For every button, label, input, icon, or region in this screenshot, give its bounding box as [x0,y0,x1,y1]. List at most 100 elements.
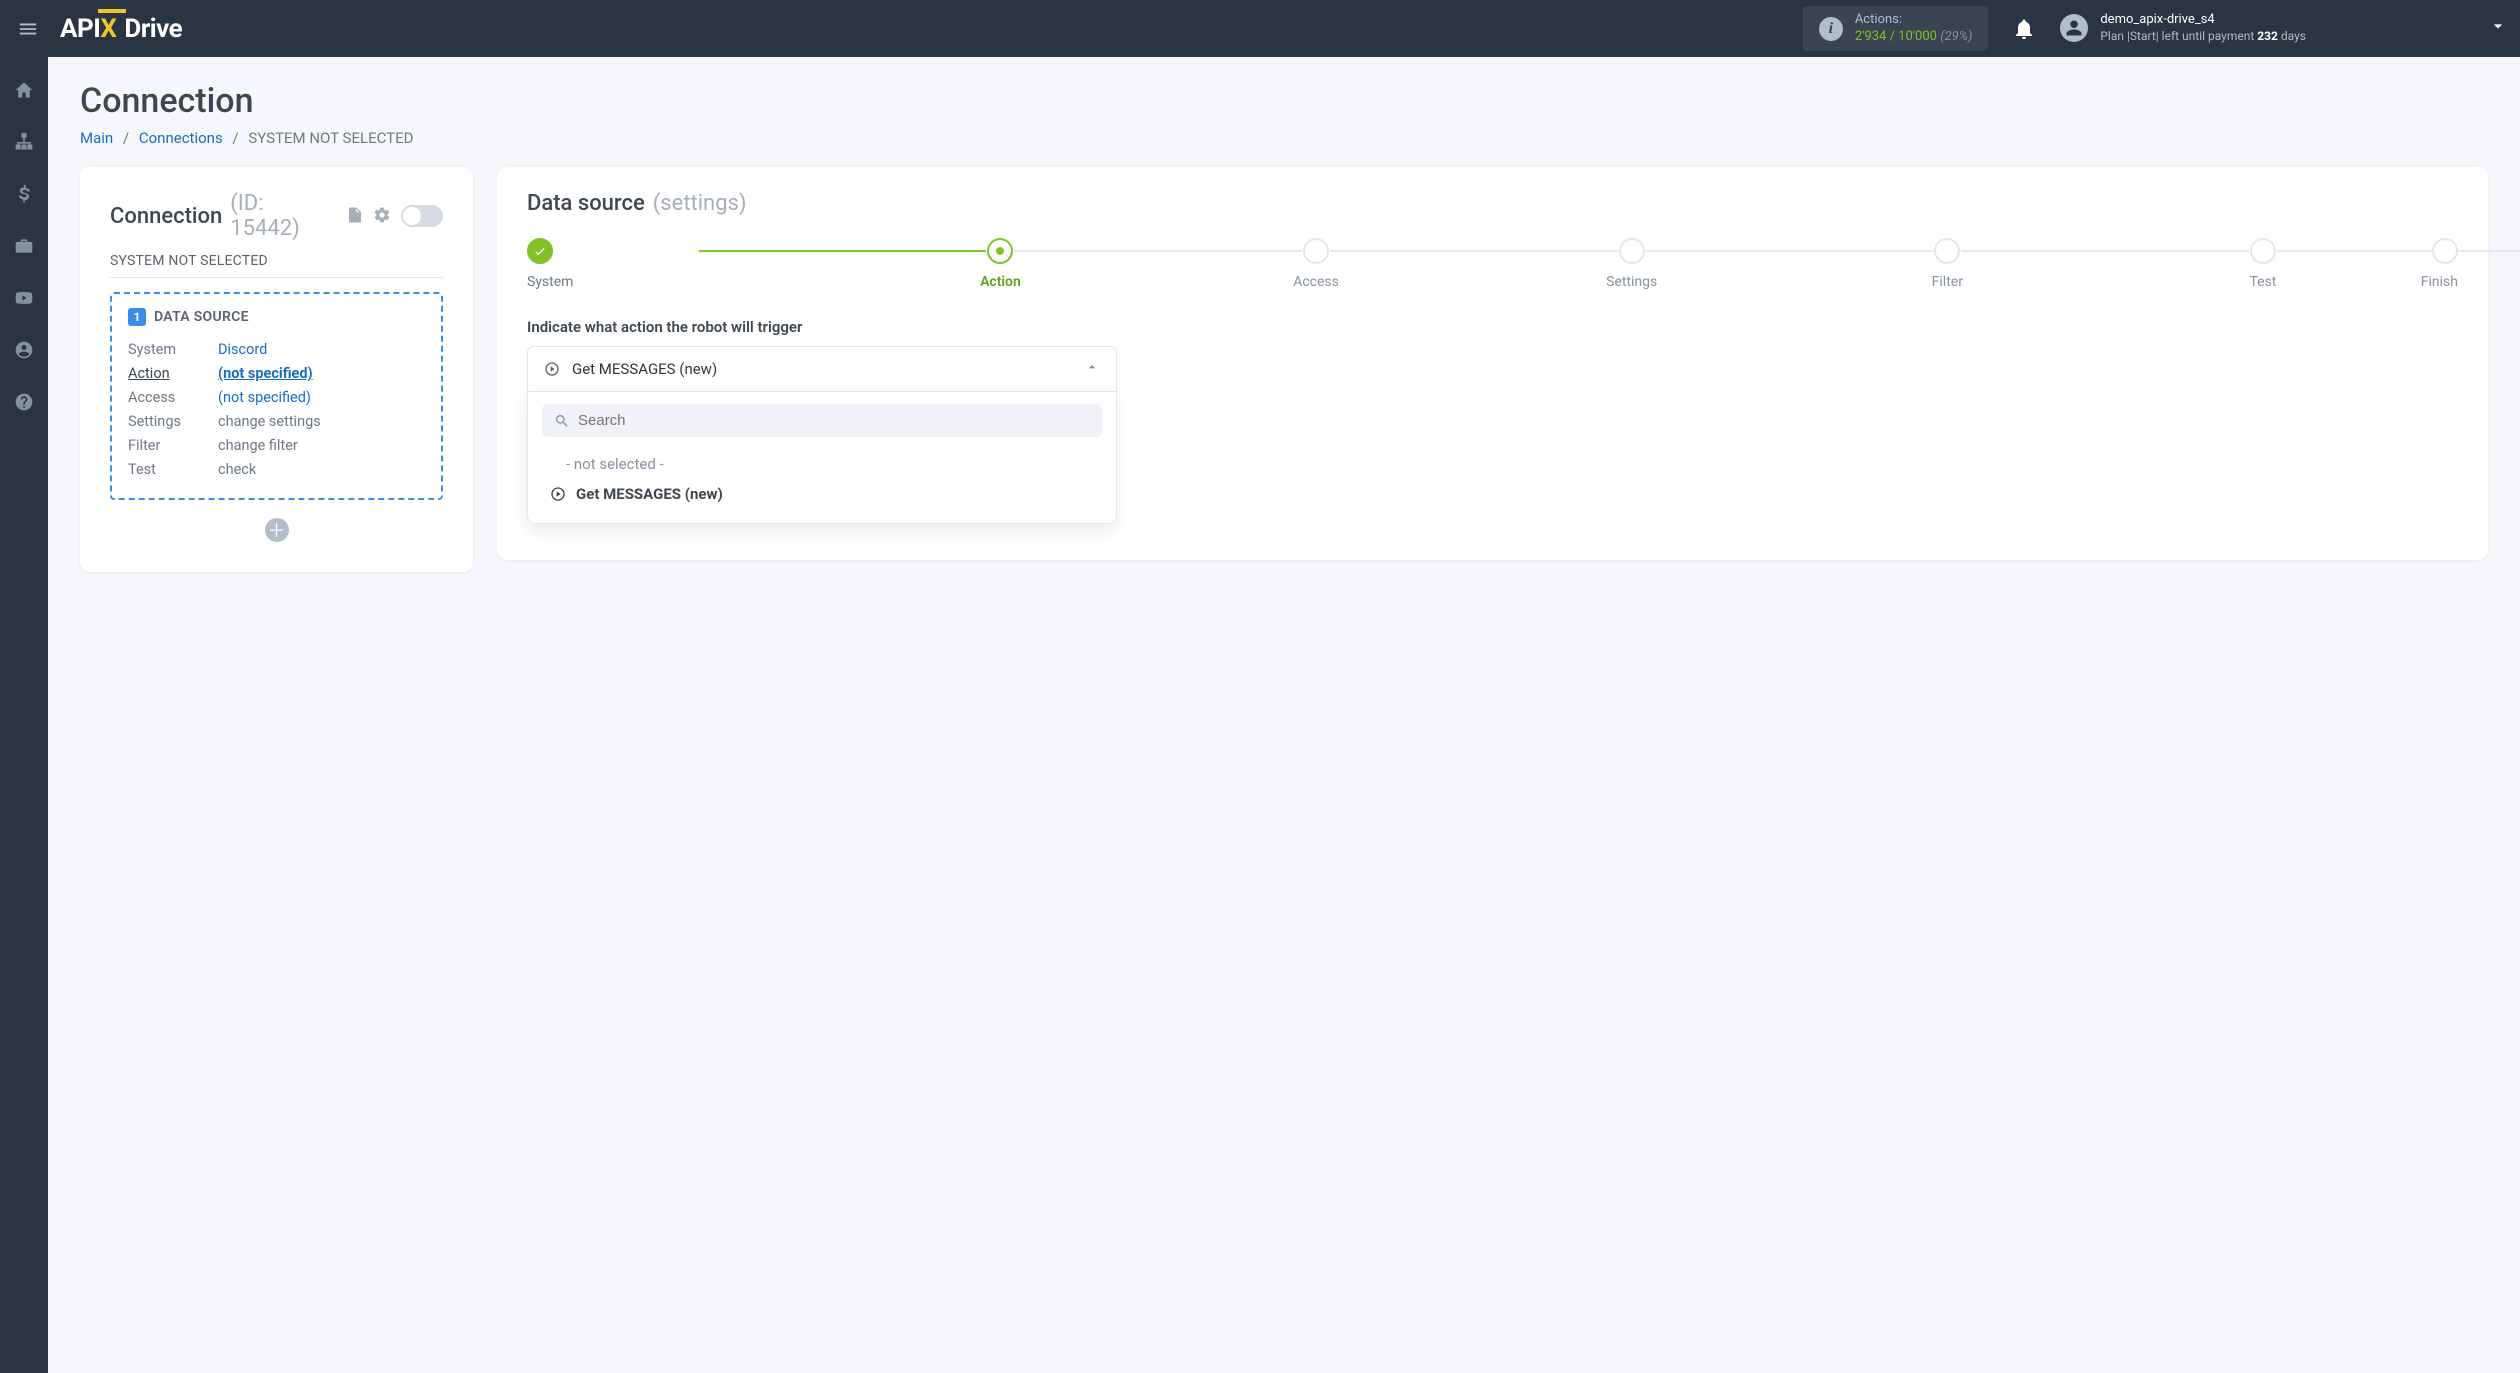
ds-row-value[interactable]: change settings [218,410,321,434]
connection-id: (ID: 15442) [230,191,337,241]
action-search-box [542,404,1102,437]
user-avatar-icon [2060,14,2088,42]
info-icon: i [1819,17,1843,41]
step-label: Finish [2421,274,2458,290]
ds-row-value[interactable]: (not specified) [218,362,313,386]
action-select-value: Get MESSAGES (new) [572,360,717,378]
breadcrumb-connections[interactable]: Connections [139,129,223,147]
data-source-row: Testcheck [128,458,425,482]
home-icon [14,80,34,100]
step-label: Filter [1932,274,1963,290]
sidebar-item-projects[interactable] [0,231,48,261]
step-circle [1934,238,1960,264]
breadcrumb: Main / Connections / SYSTEM NOT SELECTED [80,129,2488,147]
ds-row-value[interactable]: check [218,458,256,482]
sidebar-item-billing[interactable] [0,179,48,209]
ds-row-value[interactable]: Discord [218,338,267,362]
user-name: demo_apix-drive_s4 [2100,12,2306,29]
data-source-badge: 1 [128,308,146,326]
ds-row-label: Access [128,386,218,410]
ds-row-value[interactable]: change filter [218,434,298,458]
data-source-row: SystemDiscord [128,338,425,362]
notifications-button[interactable] [2012,17,2036,41]
gear-icon [373,206,391,224]
action-dropdown: - not selected - Get MESSAGES (new) [527,392,1117,524]
step-circle [2250,238,2276,264]
step-circle [1303,238,1329,264]
sidebar-item-youtube[interactable] [0,283,48,313]
document-icon [346,206,364,224]
action-select-input[interactable]: Get MESSAGES (new) [527,346,1117,392]
data-source-row: Filterchange filter [128,434,425,458]
connection-toggle[interactable] [401,205,443,227]
actions-label: Actions: [1855,12,1973,29]
ds-row-label: Action [128,362,218,386]
sidebar-item-home[interactable] [0,75,48,105]
sitemap-icon [14,132,34,152]
page-title: Connection [80,81,2488,121]
dollar-icon [14,184,34,204]
user-menu[interactable]: demo_apix-drive_s4 Plan |Start| left unt… [2060,12,2508,44]
play-icon [544,361,560,377]
data-source-row: Settingschange settings [128,410,425,434]
step-action[interactable]: Action [843,238,1159,290]
sidebar-item-account[interactable] [0,335,48,365]
settings-button[interactable] [373,206,393,226]
main-content: Connection Main / Connections / SYSTEM N… [48,57,2520,1373]
connection-title: Connection [110,204,222,229]
data-source-row: Access(not specified) [128,386,425,410]
step-label: System [527,274,573,290]
header: APIDrive i Actions: 2'934 / 10'000 (29%)… [0,0,2520,57]
briefcase-icon [14,236,34,256]
chevron-up-icon [1084,359,1100,379]
datasource-title: Data source [527,191,645,216]
breadcrumb-current: SYSTEM NOT SELECTED [248,129,413,147]
add-destination-button[interactable]: ＋ [265,518,289,542]
ds-row-label: Settings [128,410,218,434]
search-icon [554,413,570,429]
step-access[interactable]: Access [1158,238,1474,290]
ds-row-label: Test [128,458,218,482]
logo[interactable]: APIDrive [60,14,182,44]
hamburger-menu[interactable] [12,13,44,45]
step-label: Access [1293,274,1339,290]
stepper: System Action Access Settings Filter Test Fini… [527,238,2458,290]
step-label: Action [980,274,1021,290]
sidebar-item-help[interactable] [0,387,48,417]
logo-text: APIDrive [60,14,182,44]
sidebar [0,57,48,1373]
actions-count: 2'934 / 10'000 (29%) [1855,29,1973,46]
user-menu-caret-icon [2488,16,2508,40]
step-label: Test [2249,274,2276,290]
action-option-get-messages[interactable]: Get MESSAGES (new) [542,479,1102,509]
action-search-input[interactable] [578,412,1090,429]
youtube-icon [14,288,34,308]
action-field-label: Indicate what action the robot will trig… [527,318,2458,336]
step-system[interactable]: System [527,238,843,290]
ds-row-label: System [128,338,218,362]
step-settings[interactable]: Settings [1474,238,1790,290]
bell-icon [2012,17,2036,41]
breadcrumb-main[interactable]: Main [80,129,113,147]
step-circle [1619,238,1645,264]
step-filter[interactable]: Filter [1790,238,2106,290]
step-circle [2432,238,2458,264]
action-option-empty[interactable]: - not selected - [542,449,1102,479]
step-test[interactable]: Test [2105,238,2421,290]
document-button[interactable] [346,206,366,226]
step-circle [527,238,553,264]
user-plan: Plan |Start| left until payment 232 days [2100,29,2306,45]
data-source-settings-card: Data source (settings) SystemActionAcces… [497,167,2488,560]
hamburger-icon [17,18,39,40]
ds-row-label: Filter [128,434,218,458]
data-source-row: Action(not specified) [128,362,425,386]
actions-badge[interactable]: i Actions: 2'934 / 10'000 (29%) [1803,6,1989,52]
data-source-title: DATA SOURCE [154,309,249,325]
play-icon [550,486,566,502]
action-select: Get MESSAGES (new) - not selected - Get … [527,346,1117,524]
step-finish[interactable]: Finish [2421,238,2458,290]
user-circle-icon [14,340,34,360]
sidebar-item-connections[interactable] [0,127,48,157]
step-circle [987,238,1013,264]
ds-row-value[interactable]: (not specified) [218,386,311,410]
